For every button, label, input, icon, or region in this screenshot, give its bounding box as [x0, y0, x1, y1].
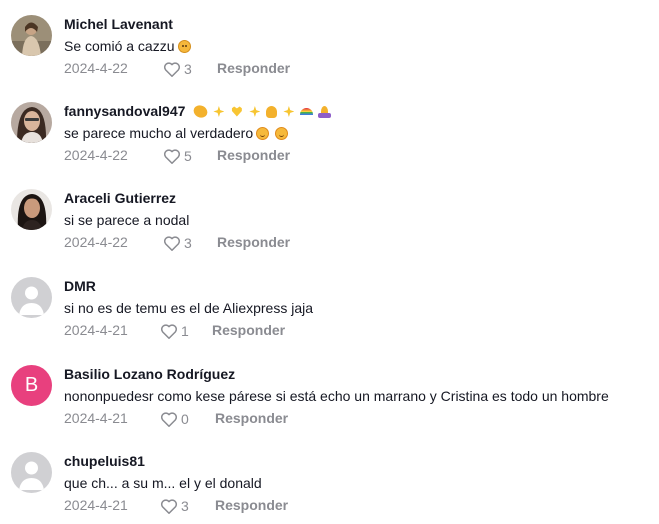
comment-item: Michel Lavenant Se comió a cazzu 2024-4-…	[0, 15, 659, 95]
reply-button[interactable]: Responder	[212, 321, 285, 339]
comment-date: 2024-4-21	[64, 322, 128, 338]
smiling-face-emoji-icon	[256, 127, 270, 140]
like-count: 0	[181, 411, 189, 427]
praying-hands-emoji-icon	[318, 105, 332, 118]
comment-username[interactable]: Michel Lavenant	[64, 16, 173, 32]
comment-text: se parece mucho al verdadero	[64, 124, 289, 142]
avatar[interactable]	[11, 452, 52, 493]
like-count: 3	[184, 235, 192, 251]
username-emoji-decorations	[189, 103, 332, 120]
avatar[interactable]	[11, 189, 52, 230]
heart-outline-icon	[160, 411, 178, 427]
clapping-hands-emoji-icon	[192, 103, 210, 120]
comment-text: Se comió a cazzu	[64, 37, 191, 55]
comment-username[interactable]: fannysandoval947	[64, 103, 332, 120]
comment-date: 2024-4-21	[64, 497, 128, 513]
angry-face-emoji-icon	[177, 40, 191, 53]
yellow-heart-emoji-icon	[230, 105, 243, 118]
reply-button[interactable]: Responder	[215, 496, 288, 514]
waving-hand-emoji-icon	[266, 105, 278, 118]
like-count: 1	[181, 323, 189, 339]
person-silhouette-icon	[11, 277, 52, 318]
avatar[interactable]	[11, 15, 52, 56]
heart-outline-icon	[160, 498, 178, 514]
avatar-photo	[11, 15, 52, 56]
like-button[interactable]: 3	[160, 496, 189, 516]
like-button[interactable]: 0	[160, 409, 189, 429]
sparkles-emoji-icon	[248, 105, 261, 118]
reply-button[interactable]: Responder	[217, 59, 290, 77]
smiling-face-emoji-icon	[275, 127, 289, 140]
reply-button[interactable]: Responder	[217, 233, 290, 251]
comment-text: si no es de temu es el de Aliexpress jaj…	[64, 300, 314, 316]
like-count: 3	[181, 498, 189, 514]
comment-text: si se parece a nodal	[64, 212, 190, 228]
comment-username[interactable]: DMR	[64, 278, 96, 294]
comment-text-content: se parece mucho al verdadero	[64, 125, 254, 141]
like-button[interactable]: 3	[163, 233, 192, 253]
comment-item: chupeluis81 que ch... a su m... el y el …	[0, 452, 659, 524]
avatar-photo	[11, 102, 52, 143]
comment-username[interactable]: Araceli Gutierrez	[64, 190, 176, 206]
avatar[interactable]	[11, 102, 52, 143]
person-silhouette-icon	[11, 452, 52, 493]
like-button[interactable]: 3	[163, 59, 192, 79]
sparkles-emoji-icon	[212, 105, 225, 118]
heart-outline-icon	[163, 61, 181, 77]
reply-button[interactable]: Responder	[217, 146, 290, 164]
comment-username-text: fannysandoval947	[64, 103, 186, 119]
heart-outline-icon	[163, 235, 181, 251]
like-count: 3	[184, 61, 192, 77]
avatar-photo	[11, 189, 52, 230]
like-button[interactable]: 1	[160, 321, 189, 341]
comment-list: Michel Lavenant Se comió a cazzu 2024-4-…	[0, 0, 659, 524]
comment-item: DMR si no es de temu es el de Aliexpress…	[0, 277, 659, 357]
comment-text: nononpuedesr como kese párese si está ec…	[64, 388, 609, 404]
reply-button[interactable]: Responder	[215, 409, 288, 427]
comment-text-content: Se comió a cazzu	[64, 38, 175, 54]
comment-item: fannysandoval947 se parece mucho al verd…	[0, 102, 659, 182]
comment-username[interactable]: chupeluis81	[64, 453, 145, 469]
comment-date: 2024-4-22	[64, 234, 128, 250]
heart-outline-icon	[163, 148, 181, 164]
comment-username[interactable]: Basilio Lozano Rodríguez	[64, 366, 235, 382]
comment-date: 2024-4-21	[64, 410, 128, 426]
comment-text: que ch... a su m... el y el donald	[64, 475, 262, 491]
heart-outline-icon	[160, 323, 178, 339]
rainbow-emoji-icon	[300, 105, 314, 118]
comment-item: B Basilio Lozano Rodríguez nononpuedesr …	[0, 365, 659, 445]
like-count: 5	[184, 148, 192, 164]
like-button[interactable]: 5	[163, 146, 192, 166]
avatar[interactable]: B	[11, 365, 52, 406]
comment-date: 2024-4-22	[64, 147, 128, 163]
sparkles-emoji-icon	[282, 105, 295, 118]
avatar[interactable]	[11, 277, 52, 318]
comment-item: Araceli Gutierrez si se parece a nodal 2…	[0, 189, 659, 269]
avatar-letter: B	[24, 374, 39, 396]
comment-date: 2024-4-22	[64, 60, 128, 76]
